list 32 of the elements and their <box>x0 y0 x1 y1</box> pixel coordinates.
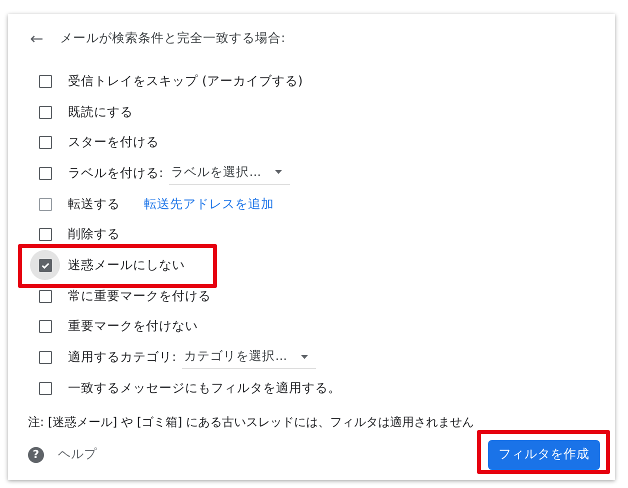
checkbox[interactable] <box>38 166 52 180</box>
option-label: 重要マークを付けない <box>68 318 198 336</box>
checkbox[interactable] <box>38 136 52 150</box>
option-label: 転送する <box>68 196 120 213</box>
option-label: 削除する <box>68 226 120 244</box>
checkbox[interactable] <box>38 106 52 119</box>
checkbox[interactable] <box>38 320 52 334</box>
checkbox[interactable] <box>38 228 52 242</box>
option-label: 一致するメッセージにもフィルタを適用する。 <box>68 380 341 397</box>
checkbox[interactable] <box>38 290 52 303</box>
back-arrow-icon[interactable]: ← <box>30 28 50 48</box>
create-filter-button[interactable]: フィルタを作成 <box>488 440 600 470</box>
option-label: スターを付ける <box>68 134 159 152</box>
option-label: 既読にする <box>68 104 133 121</box>
dialog-title: メールが検索条件と完全一致する場合: <box>60 30 286 46</box>
caret-icon[interactable] <box>275 170 282 174</box>
caret-icon[interactable] <box>301 354 308 359</box>
checkbox[interactable] <box>38 258 52 272</box>
option-label: ラベルを付ける: <box>68 164 164 182</box>
note-text: 注: [迷惑メール] や [ゴミ箱] にある古いスレッドには、フィルタは適用されません <box>28 414 476 431</box>
option-label: 常に重要マークを付ける <box>68 288 211 305</box>
help-icon[interactable]: ? <box>28 446 44 463</box>
option-label: 迷惑メールにしない <box>68 256 185 274</box>
dropdown[interactable]: カテゴリを選択... <box>182 346 316 370</box>
checkbox[interactable] <box>38 351 52 364</box>
help-link[interactable]: ヘルプ <box>58 446 97 464</box>
dropdown[interactable]: ラベルを選択... <box>169 162 290 185</box>
checkmark-icon <box>40 260 50 270</box>
option-label: 適用するカテゴリ: <box>68 349 176 366</box>
option-label: 受信トレイをスキップ (アーカイブする) <box>68 72 303 90</box>
checkbox[interactable] <box>38 74 52 88</box>
checkbox[interactable] <box>38 382 52 395</box>
